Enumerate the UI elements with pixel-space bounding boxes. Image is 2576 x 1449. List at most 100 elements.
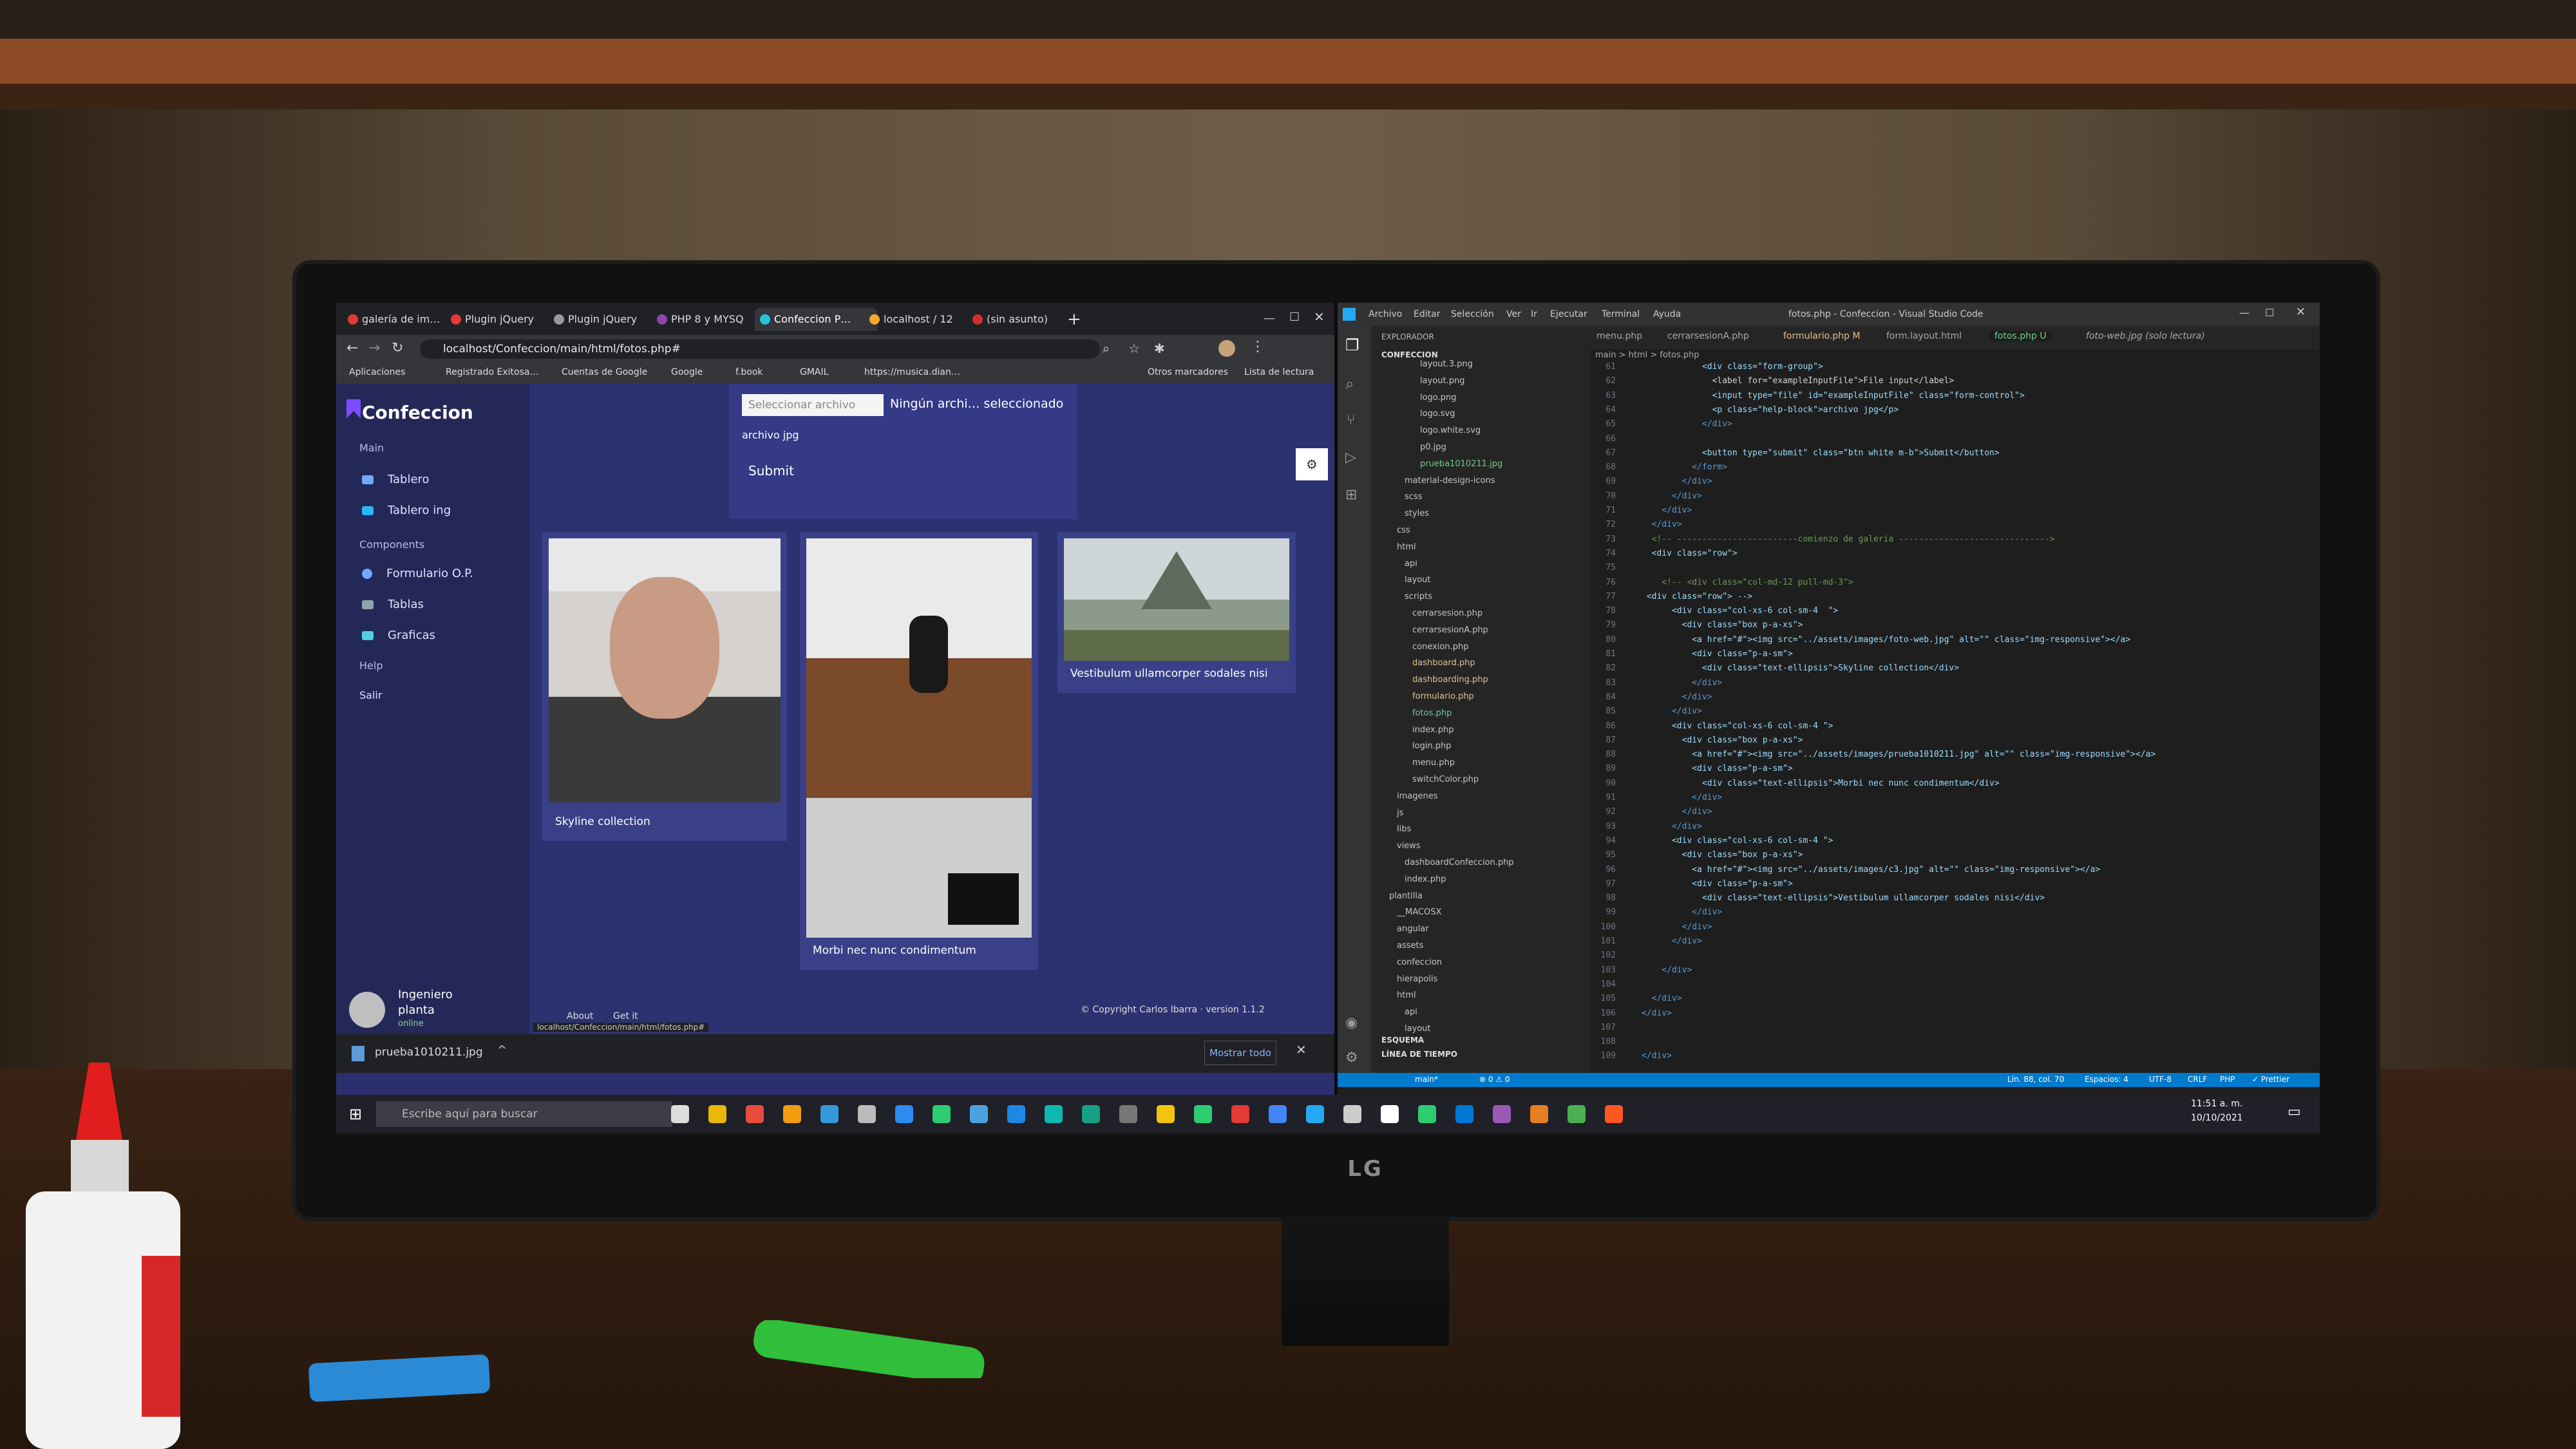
editor-tab[interactable]: formulario.php M bbox=[1783, 331, 1861, 341]
tree-item[interactable]: dashboard.php bbox=[1412, 658, 1475, 668]
tree-item[interactable]: libs bbox=[1397, 824, 1411, 834]
download-filename[interactable]: prueba1010211.jpg bbox=[375, 1046, 483, 1059]
gallery-card[interactable]: Morbi nec nunc condimentum bbox=[800, 532, 1038, 970]
new-tab-button[interactable]: + bbox=[1067, 308, 1086, 331]
gallery-image[interactable] bbox=[549, 538, 781, 802]
tree-item[interactable]: styles bbox=[1405, 509, 1429, 518]
reading-list[interactable]: Lista de lectura bbox=[1244, 367, 1314, 377]
maximize-icon[interactable]: ☐ bbox=[1289, 310, 1300, 324]
maximize-icon[interactable]: ☐ bbox=[2265, 307, 2274, 319]
taskbar-app-icon[interactable] bbox=[1231, 1105, 1249, 1123]
prettier-status[interactable]: ✓ Prettier bbox=[2252, 1075, 2289, 1084]
menu-seleccion[interactable]: Selección bbox=[1451, 309, 1494, 319]
gallery-image[interactable] bbox=[1064, 538, 1289, 661]
editor-tab[interactable]: foto-web.jpg (solo lectura) bbox=[2086, 331, 2205, 341]
close-icon[interactable]: ✕ bbox=[2296, 305, 2306, 319]
code-line[interactable]: </div> bbox=[1642, 1051, 1672, 1061]
bookmark[interactable]: Cuentas de Google bbox=[562, 367, 647, 377]
windows-start-icon[interactable]: ⊞ bbox=[349, 1105, 362, 1123]
taskbar-app-icon[interactable] bbox=[1306, 1105, 1324, 1123]
tree-item[interactable]: index.php bbox=[1412, 725, 1454, 735]
taskbar-app-icon[interactable] bbox=[1381, 1105, 1399, 1123]
extensions-icon[interactable]: ⊞ bbox=[1345, 487, 1357, 503]
code-line[interactable]: </div> bbox=[1642, 907, 1722, 917]
code-line[interactable]: </div> bbox=[1642, 491, 1702, 501]
language-mode[interactable]: PHP bbox=[2220, 1075, 2235, 1084]
nav-item-tablas[interactable]: Tablas bbox=[362, 598, 424, 611]
show-all-downloads-button[interactable]: Mostrar todo bbox=[1204, 1041, 1276, 1065]
tree-item[interactable]: scss bbox=[1405, 492, 1422, 502]
brand-title[interactable]: Confeccion bbox=[362, 402, 473, 423]
nav-item-formulario[interactable]: Formulario O.P. bbox=[362, 567, 473, 580]
bookmark-folder[interactable]: Otros marcadores bbox=[1148, 367, 1228, 377]
code-line[interactable]: <div class="col-xs-6 col-sm-4 "> bbox=[1642, 606, 1838, 616]
code-line[interactable]: <a href="#"><img src="../assets/images/c… bbox=[1642, 865, 2100, 875]
tree-item[interactable]: logo.white.svg bbox=[1420, 426, 1481, 435]
code-line[interactable]: <a href="#"><img src="../assets/images/f… bbox=[1642, 635, 2130, 645]
code-line[interactable]: </form> bbox=[1642, 462, 1727, 472]
taskbar-search-input[interactable]: Escribe aquí para buscar bbox=[376, 1101, 672, 1127]
tree-item[interactable]: imagenes bbox=[1397, 791, 1438, 801]
bookmark[interactable]: Google bbox=[671, 367, 703, 377]
taskbar-app-icon[interactable] bbox=[1343, 1105, 1361, 1123]
bookmark[interactable]: Registrado Exitosa… bbox=[446, 367, 538, 377]
code-line[interactable]: <input type="file" id="exampleInputFile"… bbox=[1642, 391, 2025, 401]
minimize-icon[interactable]: — bbox=[1264, 312, 1275, 325]
tree-item[interactable]: layout bbox=[1405, 575, 1431, 585]
tree-item[interactable]: p0.jpg bbox=[1420, 442, 1446, 452]
code-line[interactable]: <a href="#"><img src="../assets/images/p… bbox=[1642, 750, 2155, 759]
tree-item[interactable]: html bbox=[1397, 542, 1416, 552]
code-line[interactable]: <label for="exampleInputFile">File input… bbox=[1642, 376, 1955, 386]
extensions-icon[interactable]: ✱ bbox=[1154, 341, 1165, 356]
editor-tab-active[interactable]: fotos.php U bbox=[1989, 331, 2052, 341]
encoding[interactable]: UTF-8 bbox=[2149, 1075, 2172, 1084]
clock-time[interactable]: 11:51 a. m. bbox=[2191, 1099, 2242, 1109]
tree-item[interactable]: js bbox=[1397, 808, 1403, 818]
code-line[interactable]: <div class="text-ellipsis">Skyline colle… bbox=[1642, 663, 1959, 673]
menu-ayuda[interactable]: Ayuda bbox=[1653, 309, 1681, 319]
gallery-card[interactable]: Skyline collection bbox=[542, 532, 787, 841]
taskbar-app-icon[interactable] bbox=[1194, 1105, 1212, 1123]
tree-item[interactable]: confeccion bbox=[1397, 958, 1442, 967]
tree-item[interactable]: assets bbox=[1397, 941, 1423, 951]
menu-ir[interactable]: Ir bbox=[1531, 309, 1537, 319]
code-line[interactable]: </div> bbox=[1642, 807, 1712, 817]
code-line[interactable]: </div> bbox=[1642, 692, 1712, 702]
editor-tab[interactable]: form.layout.html bbox=[1886, 331, 1962, 341]
breadcrumb[interactable]: main > html > fotos.php bbox=[1595, 350, 1700, 360]
nav-item-help[interactable]: Help bbox=[359, 659, 383, 672]
gear-icon[interactable]: ⚙ bbox=[1345, 1050, 1358, 1066]
code-line[interactable]: </div> bbox=[1642, 922, 1712, 932]
taskbar-app-icon[interactable] bbox=[708, 1105, 726, 1123]
tree-item[interactable]: conexion.php bbox=[1412, 642, 1468, 652]
taskbar-app-icon[interactable] bbox=[970, 1105, 988, 1123]
taskbar-app-icon[interactable] bbox=[1269, 1105, 1287, 1123]
code-line[interactable]: <button type="submit" class="btn white m… bbox=[1642, 448, 2000, 458]
tree-item[interactable]: scripts bbox=[1405, 592, 1432, 601]
taskbar-app-icon[interactable] bbox=[671, 1105, 689, 1123]
code-line[interactable]: </div> bbox=[1642, 793, 1722, 802]
tree-item[interactable]: views bbox=[1397, 841, 1421, 851]
tree-item[interactable]: login.php bbox=[1412, 741, 1452, 751]
code-line[interactable]: <p class="help-block">archivo jpg</p> bbox=[1642, 405, 1899, 415]
close-icon[interactable]: ✕ bbox=[1296, 1042, 1307, 1057]
code-line[interactable]: </div> bbox=[1642, 965, 1692, 975]
browser-tab-active[interactable]: Confeccion P… bbox=[755, 308, 877, 331]
git-branch[interactable]: main* bbox=[1415, 1075, 1438, 1084]
code-line[interactable]: </div> bbox=[1642, 419, 1732, 429]
code-line[interactable]: <div class="p-a-sm"> bbox=[1642, 649, 1793, 659]
tree-item[interactable]: css bbox=[1397, 526, 1410, 535]
code-line[interactable]: <div class="box p-a-xs"> bbox=[1642, 620, 1803, 630]
code-line[interactable]: <div class="col-xs-6 col-sm-4 "> bbox=[1642, 721, 1833, 731]
chevron-up-icon[interactable]: ^ bbox=[497, 1043, 507, 1057]
code-line[interactable]: <div class="box p-a-xs"> bbox=[1642, 850, 1803, 860]
taskbar-app-icon[interactable] bbox=[1455, 1105, 1473, 1123]
eol[interactable]: CRLF bbox=[2188, 1075, 2207, 1084]
taskbar-app-icon[interactable] bbox=[820, 1105, 838, 1123]
browser-tab[interactable]: Plugin jQuery bbox=[446, 308, 562, 331]
taskbar-app-icon[interactable] bbox=[1418, 1105, 1436, 1123]
tree-item[interactable]: angular bbox=[1397, 924, 1429, 934]
tree-item[interactable]: index.php bbox=[1405, 875, 1446, 884]
bookmark[interactable]: https://musica.dian… bbox=[864, 367, 960, 377]
tree-item[interactable]: fotos.php bbox=[1412, 708, 1452, 718]
